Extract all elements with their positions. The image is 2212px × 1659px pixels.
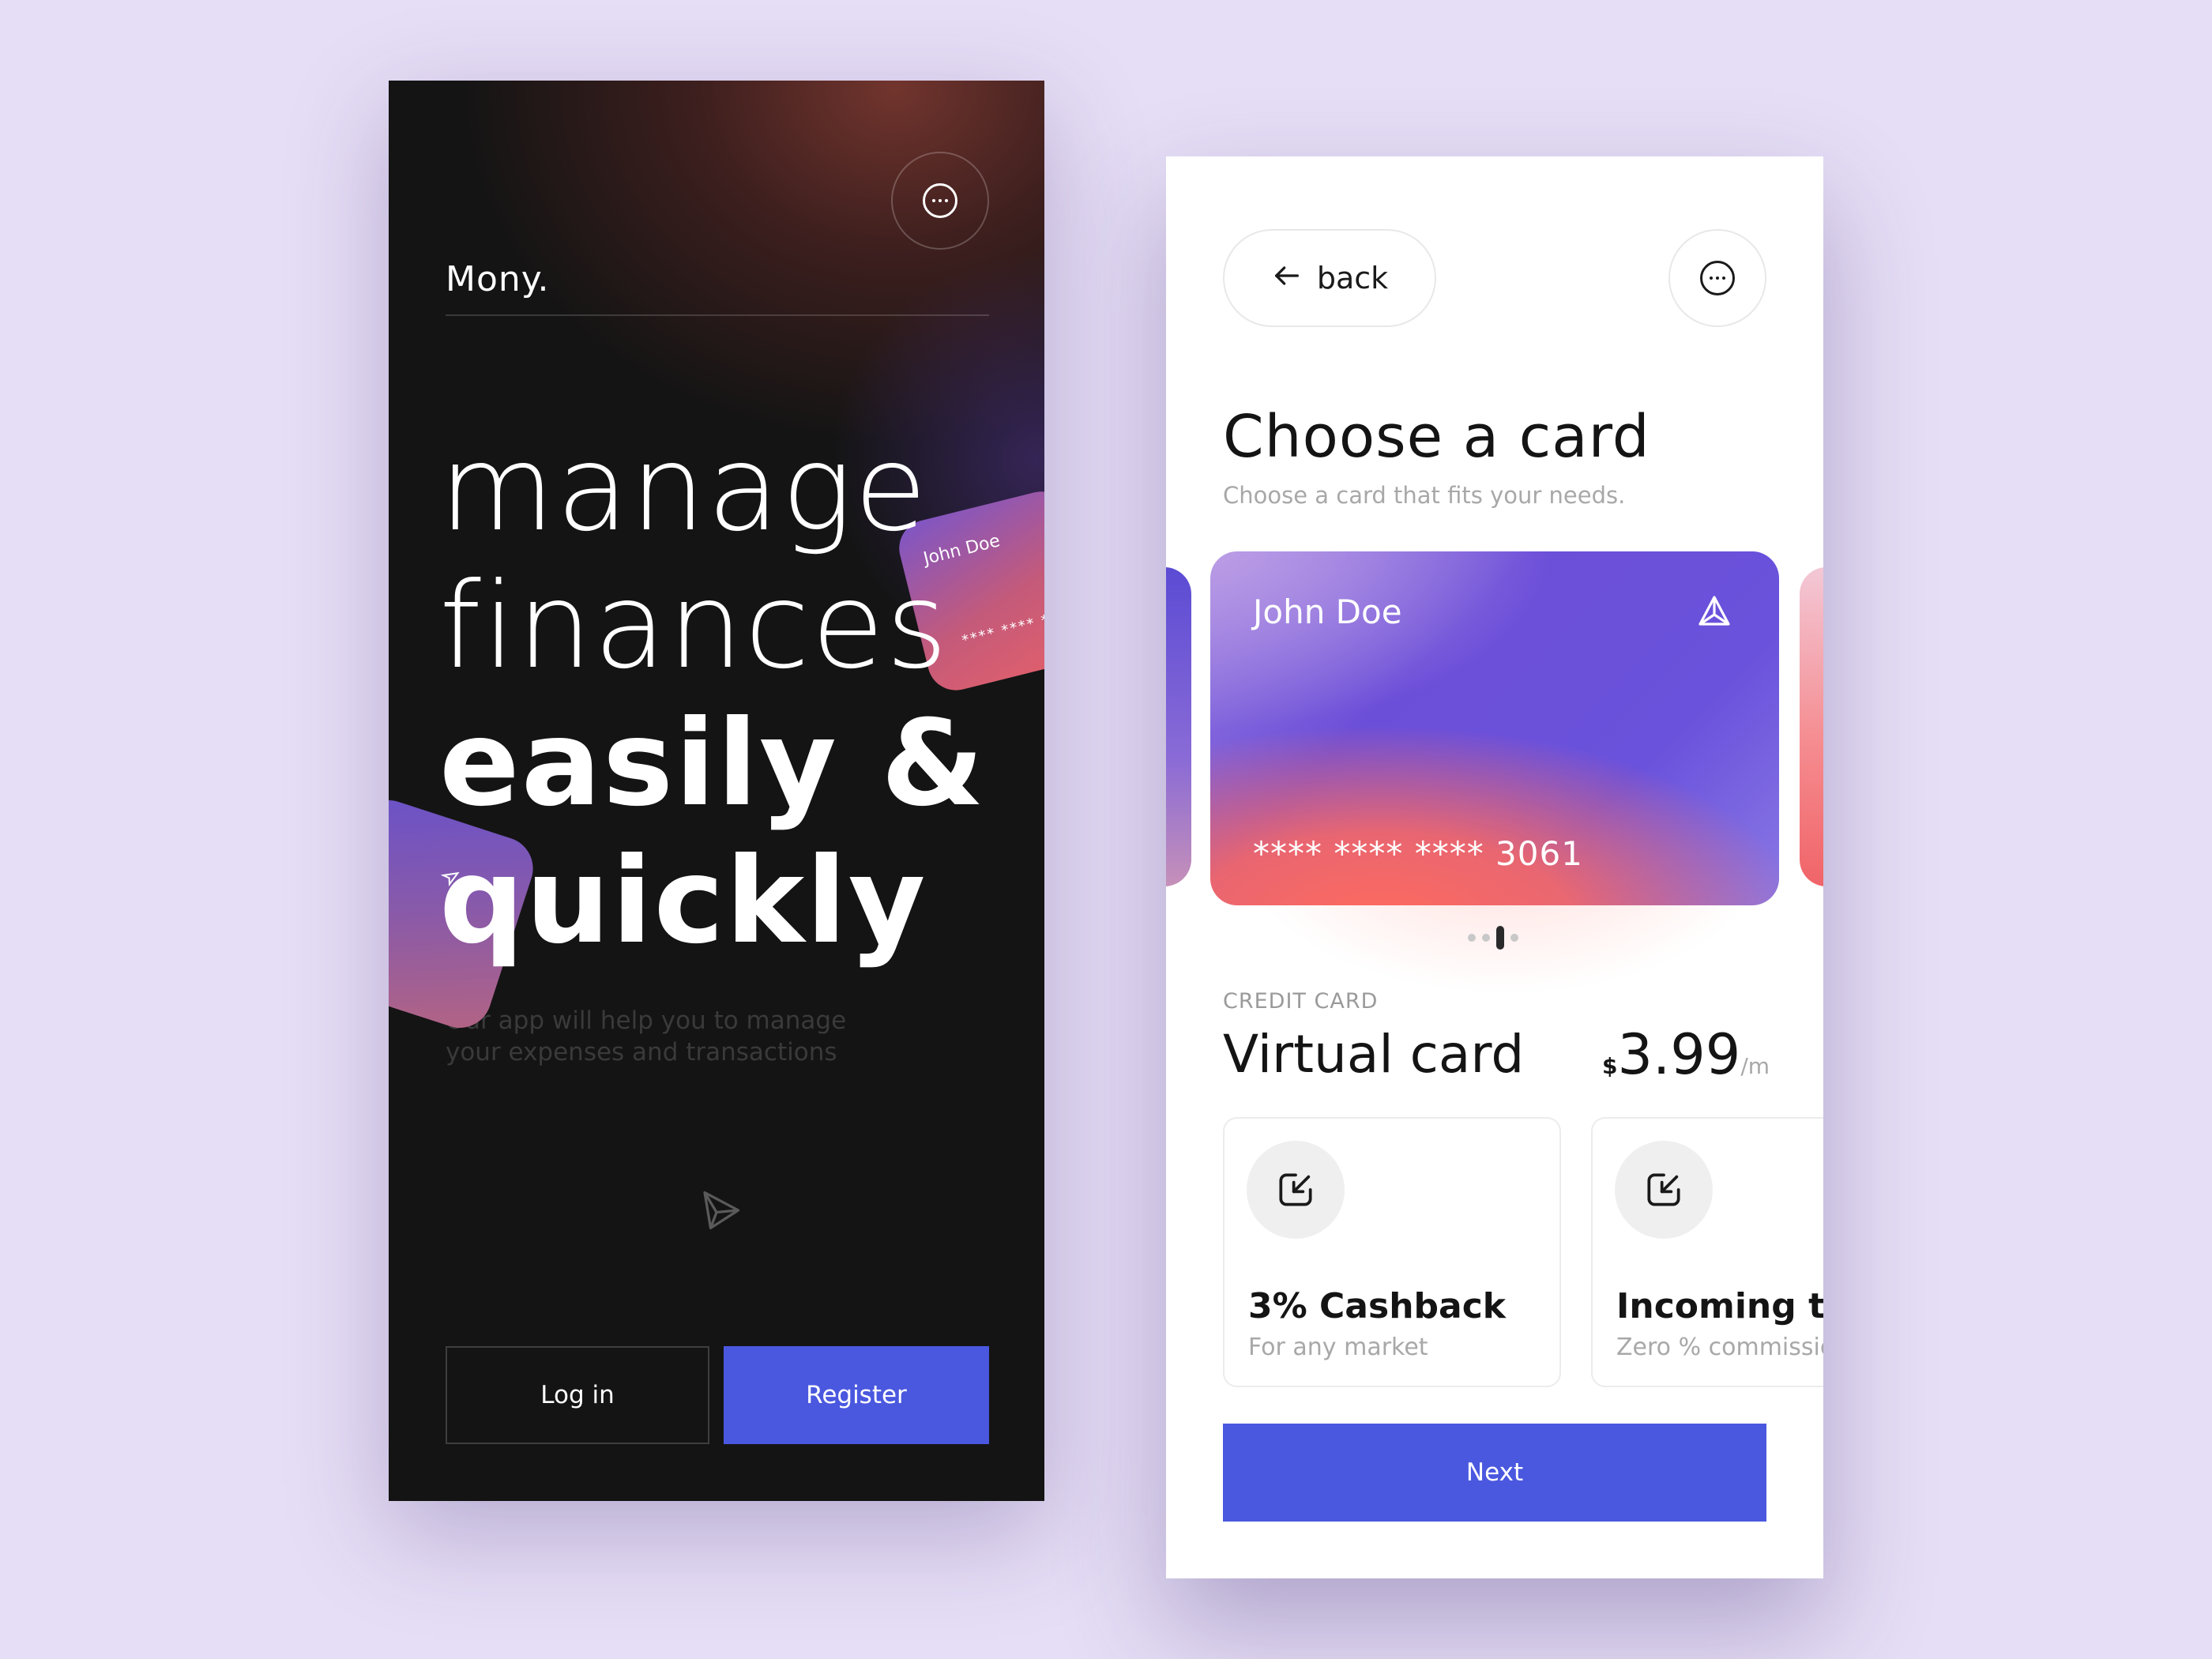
feature-card: Incoming tr Zero % commissio [1591,1117,1823,1387]
page-subtitle: Choose a card that fits your needs. [1223,482,1626,509]
headline-line: easily & [439,695,986,833]
card-holder-name: John Doe [1253,592,1402,631]
more-options-button[interactable] [1668,229,1766,327]
carousel-pager [1468,926,1518,950]
feature-card: 3% Cashback For any market [1223,1117,1561,1387]
pager-dot-active[interactable] [1496,926,1504,950]
headline-line: finances [439,558,950,695]
hero-headline: manage finances easily & quickly [439,420,986,970]
arrow-in-box-icon [1247,1141,1345,1239]
feature-title: Incoming tr [1616,1286,1823,1326]
brand-logo-text: Mony. [446,259,550,299]
back-button[interactable]: back [1223,229,1436,327]
card-carousel-prev[interactable] [1166,567,1191,886]
register-button[interactable]: Register [724,1346,989,1444]
card-brand-icon [1695,592,1733,630]
next-button[interactable]: Next [1223,1424,1766,1522]
pager-dot[interactable] [1468,934,1476,942]
more-icon [1700,261,1735,295]
card-type-label: CREDIT CARD [1223,989,1379,1014]
choose-card-screen: back Choose a card Choose a card that fi… [1166,156,1823,1578]
pager-dot[interactable] [1510,934,1518,942]
hero-subtitle: Our app will help you to manage your exp… [446,1006,847,1066]
selected-card[interactable]: John Doe **** **** **** 3061 [1210,551,1779,905]
card-number: **** **** **** 3061 [1253,834,1583,873]
card-name: Virtual card [1223,1024,1525,1085]
paper-plane-logo-icon [697,1187,744,1234]
card-carousel-next[interactable] [1800,567,1823,886]
price-currency: $ [1602,1053,1618,1079]
feature-title: 3% Cashback [1248,1286,1507,1326]
card-price: $3.99/m [1602,1022,1770,1087]
feature-subtitle: Zero % commissio [1616,1334,1823,1361]
pager-dot[interactable] [1482,934,1490,942]
arrow-in-box-icon [1615,1141,1713,1239]
login-button[interactable]: Log in [446,1346,709,1444]
price-period: /m [1740,1053,1770,1079]
headline-line: manage [439,420,929,558]
header-divider [446,314,989,316]
price-amount: 3.99 [1617,1022,1741,1087]
feature-subtitle: For any market [1248,1334,1428,1361]
back-label: back [1316,261,1389,295]
arrow-left-icon [1271,260,1303,297]
headline-line: quickly [439,833,927,970]
page-title: Choose a card [1223,403,1650,471]
welcome-screen: Mony. John Doe **** **** * manage financ… [389,81,1044,1501]
more-options-button[interactable] [891,152,989,250]
more-icon [923,183,957,218]
